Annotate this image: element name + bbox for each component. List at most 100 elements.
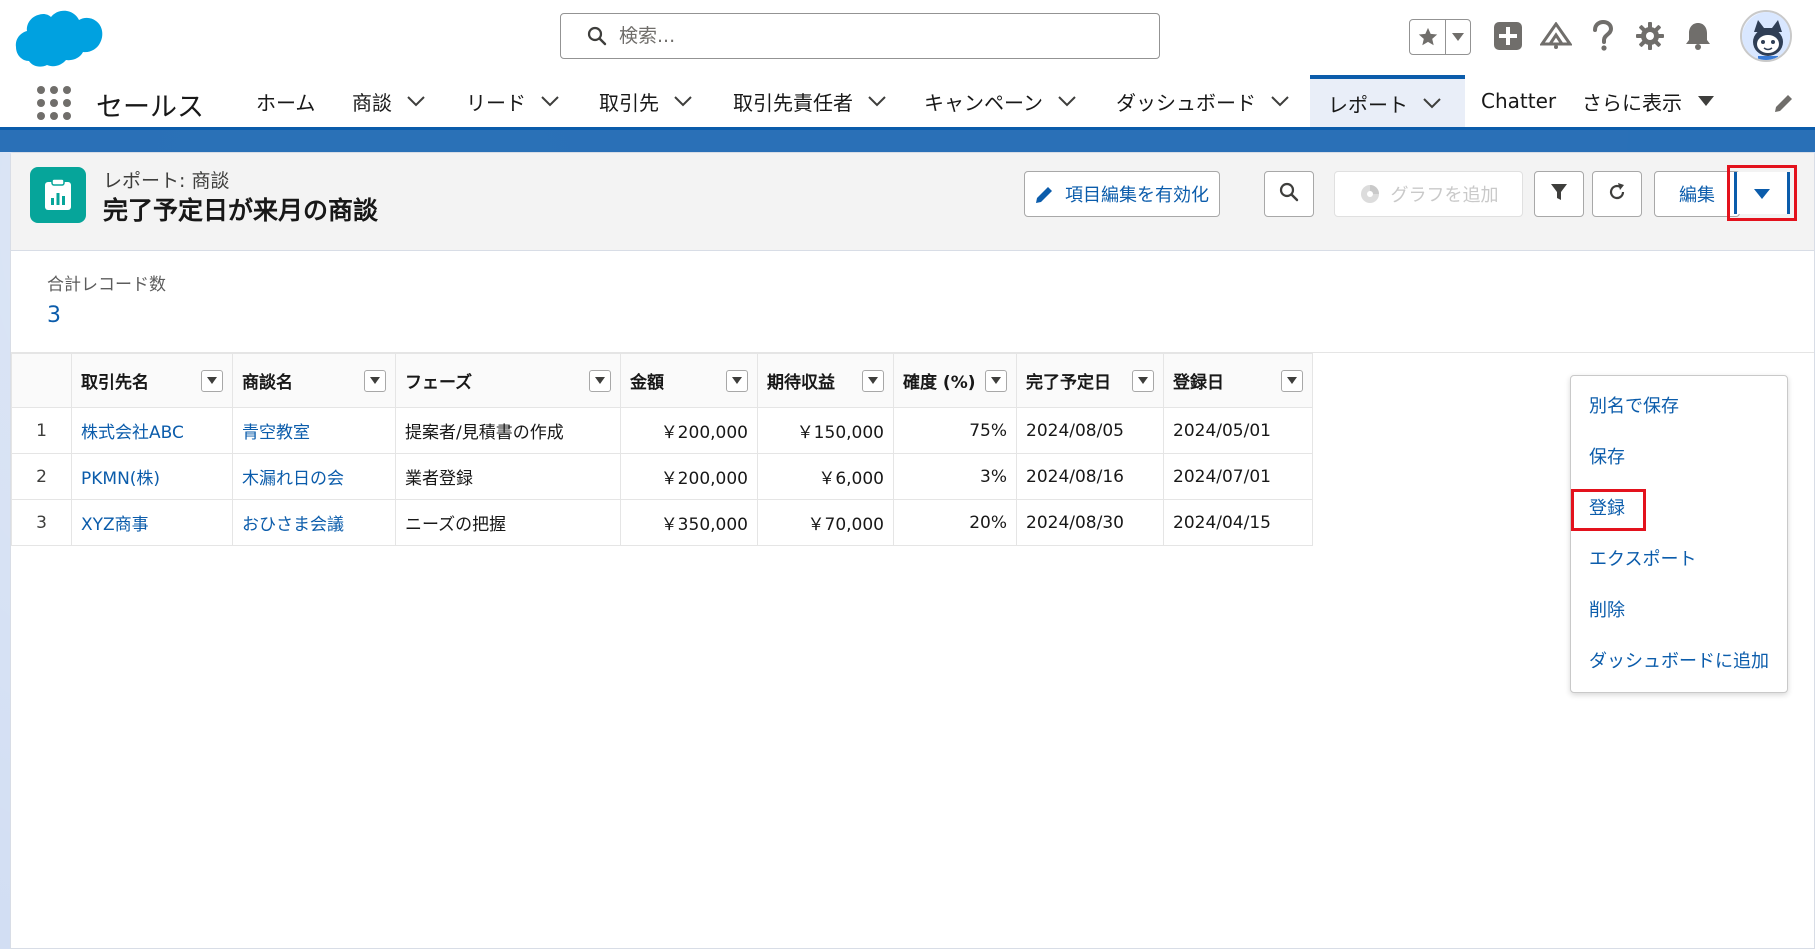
nav-item-label: ホーム [256,90,316,115]
nav-item-dashboards[interactable]: ダッシュボード [1116,75,1290,127]
created-date-cell: 2024/04/15 [1163,499,1313,546]
nav-item-campaigns[interactable]: キャンペーン [924,75,1077,127]
nav-item-contacts[interactable]: 取引先責任者 [733,75,887,127]
report-icon [30,167,86,223]
menu-item-save[interactable]: 保存 [1589,443,1625,469]
chevron-down-icon[interactable] [1422,96,1442,110]
refresh-icon [1607,182,1627,207]
nav-item-accounts[interactable]: 取引先 [599,75,693,127]
nav-item-home[interactable]: ホーム [256,75,315,127]
edit-nav-pencil-icon[interactable] [1770,89,1798,117]
close-date-cell: 2024/08/30 [1016,499,1164,546]
column-header-label: 金額 [630,373,664,393]
expected-revenue-cell: ￥150,000 [757,407,894,454]
close-date-cell: 2024/08/05 [1016,407,1164,454]
salesforce-logo[interactable] [14,8,104,70]
chevron-down-icon[interactable] [673,94,693,108]
column-menu-chevron-icon[interactable] [726,369,748,392]
menu-item-export[interactable]: エクスポート [1589,545,1696,571]
trailhead-icon[interactable] [1538,18,1574,54]
chart-icon [1359,183,1381,205]
account-link[interactable]: PKMN(株) [71,453,233,500]
column-header-probability[interactable]: 確度 (%) [893,353,1017,408]
nav-item-chatter[interactable]: Chatter [1481,75,1556,127]
favorites-group [1409,19,1471,55]
caret-down-icon[interactable] [1696,94,1716,108]
report-card: レポート: 商談 完了予定日が来月の商談 項目編集を有効化 グラフを追加 編集 … [10,152,1815,949]
account-link[interactable]: XYZ商事 [71,499,233,546]
column-header-label: 期待収益 [767,373,835,393]
nav-item-label: 商談 [352,90,392,115]
column-menu-chevron-icon[interactable] [1281,369,1303,392]
nav-item-label: さらに表示 [1582,90,1682,115]
help-icon[interactable] [1585,18,1621,54]
nav-item-more[interactable]: さらに表示 [1582,75,1716,127]
chevron-down-icon[interactable] [406,94,426,108]
nav-item-label: 取引先 [599,90,659,115]
add-chart-button[interactable]: グラフを追加 [1334,171,1523,217]
column-header-opportunity[interactable]: 商談名 [232,353,396,408]
app-launcher-icon[interactable] [34,83,74,123]
nav-item-opportunities[interactable]: 商談 [352,75,426,127]
report-type-label: レポート: 商談 [103,170,230,192]
column-header-close-date[interactable]: 完了予定日 [1016,353,1164,408]
user-avatar[interactable] [1740,10,1792,62]
menu-item-save-as[interactable]: 別名で保存 [1589,392,1679,418]
column-menu-chevron-icon[interactable] [862,369,884,392]
column-menu-chevron-icon[interactable] [589,369,611,392]
column-menu-chevron-icon[interactable] [364,369,386,392]
column-header-label: フェーズ [405,373,473,393]
account-link[interactable]: 株式会社ABC [71,407,233,454]
column-header-phase[interactable]: フェーズ [395,353,621,408]
nav-item-leads[interactable]: リード [466,75,560,127]
table-row: 3 XYZ商事 おひさま会議 ニーズの把握 ￥350,000 ￥70,000 2… [11,499,1313,546]
nav-item-reports[interactable]: レポート [1310,75,1465,127]
more-actions-dropdown-button[interactable] [1734,172,1790,214]
row-number: 3 [11,499,72,546]
column-header-created-date[interactable]: 登録日 [1163,353,1313,408]
favorites-menu-chevron-icon[interactable] [1446,20,1470,54]
column-header-label: 確度 (%) [903,373,976,393]
enable-inline-edit-button[interactable]: 項目編集を有効化 [1024,171,1220,217]
favorite-star-icon[interactable] [1410,20,1446,54]
chevron-down-icon[interactable] [867,94,887,108]
phase-cell: 提案者/見積書の作成 [395,407,621,454]
column-header-amount[interactable]: 金額 [620,353,758,408]
opportunity-link[interactable]: おひさま会議 [232,499,396,546]
column-menu-chevron-icon[interactable] [1132,369,1154,392]
search-report-button[interactable] [1264,171,1314,217]
more-actions-menu: 別名で保存 保存 登録 エクスポート 削除 ダッシュボードに追加 [1570,375,1788,693]
filter-button[interactable] [1534,171,1584,217]
record-count-label: 合計レコード数 [47,275,166,295]
table-row: 2 PKMN(株) 木漏れ日の会 業者登録 ￥200,000 ￥6,000 3%… [11,453,1313,500]
global-actions-plus-icon[interactable] [1490,18,1526,54]
column-header-account[interactable]: 取引先名 [71,353,233,408]
probability-cell: 3% [893,453,1017,500]
nav-item-label: ダッシュボード [1116,90,1256,115]
search-icon [1279,182,1299,207]
row-number: 2 [11,453,72,500]
chevron-down-icon[interactable] [1270,94,1290,108]
app-nav-bar: セールス ホーム 商談 リード 取引先 取引先責任者 キャンペーン ダッシュボー… [0,75,1815,130]
search-input[interactable] [619,25,1139,47]
phase-cell: ニーズの把握 [395,499,621,546]
chevron-down-icon[interactable] [540,94,560,108]
report-header: レポート: 商談 完了予定日が来月の商談 項目編集を有効化 グラフを追加 編集 [11,153,1814,251]
pencil-icon [1035,184,1055,204]
menu-item-add-to-dashboard[interactable]: ダッシュボードに追加 [1589,647,1769,673]
chevron-down-icon[interactable] [1057,94,1077,108]
global-search[interactable] [560,13,1160,59]
column-menu-chevron-icon[interactable] [201,369,223,392]
probability-cell: 75% [893,407,1017,454]
gear-icon[interactable] [1632,18,1668,54]
column-header-expected-revenue[interactable]: 期待収益 [757,353,894,408]
notification-bell-icon[interactable] [1680,18,1716,54]
opportunity-link[interactable]: 木漏れ日の会 [232,453,396,500]
column-header-label: 完了予定日 [1026,373,1111,393]
column-menu-chevron-icon[interactable] [985,369,1007,392]
table-row: 1 株式会社ABC 青空教室 提案者/見積書の作成 ￥200,000 ￥150,… [11,407,1313,454]
opportunity-link[interactable]: 青空教室 [232,407,396,454]
menu-item-delete[interactable]: 削除 [1589,596,1625,622]
app-name: セールス [96,92,204,123]
refresh-button[interactable] [1592,171,1642,217]
